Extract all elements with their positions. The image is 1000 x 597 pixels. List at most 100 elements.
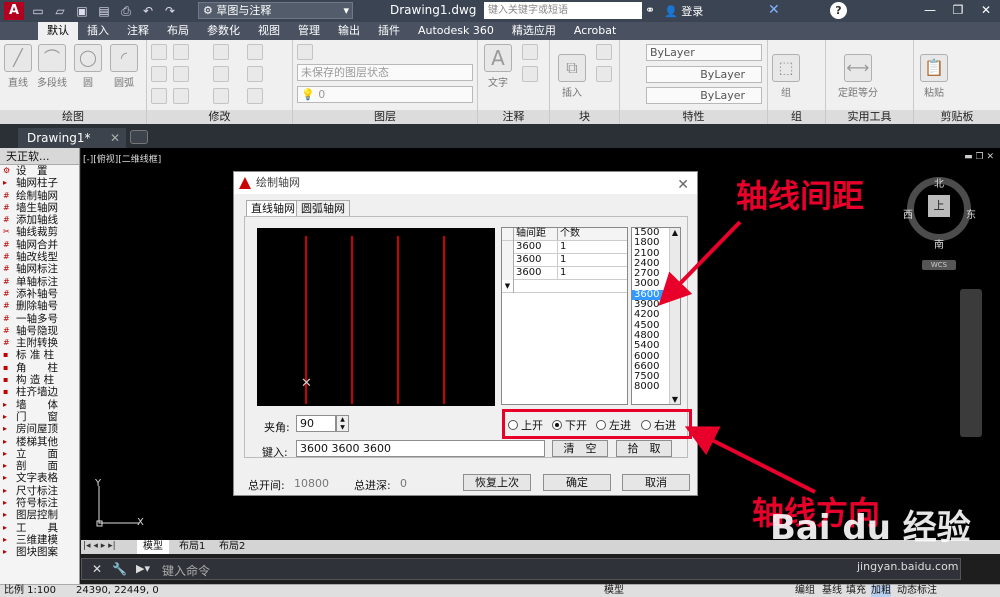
line-tool[interactable]: ╱ 直线 xyxy=(2,44,34,89)
wcs-menu[interactable]: WCS xyxy=(922,260,956,270)
move-icon[interactable] xyxy=(151,44,167,60)
scrollbar[interactable]: ▲ ▼ xyxy=(669,228,680,404)
radio-left[interactable]: 左进 xyxy=(596,417,631,433)
close-icon[interactable]: ✕ xyxy=(677,174,689,196)
layout-nav-arrows[interactable]: |◂ ◂ ▸ ▸| xyxy=(83,541,116,551)
cancel-button[interactable]: 取消 xyxy=(622,474,690,491)
ribbon-tab[interactable]: 布局 xyxy=(158,22,198,40)
fillet-icon[interactable] xyxy=(213,66,229,82)
tianzheng-menu-item[interactable]: # 一轴多号 xyxy=(0,313,79,325)
tianzheng-menu-item[interactable]: ▪ 柱齐墙边 xyxy=(0,386,79,398)
exchange-icon[interactable]: ✕ xyxy=(768,2,780,18)
radio-bottom[interactable]: 下开 xyxy=(552,417,587,433)
login-button[interactable]: 👤 登录 xyxy=(664,3,703,19)
tianzheng-menu-item[interactable]: # 轴号隐现 xyxy=(0,325,79,337)
tianzheng-menu-item[interactable]: ▸ 轴网柱子 xyxy=(0,177,79,189)
tianzheng-menu-item[interactable]: ⚙ 设 置 xyxy=(0,165,79,177)
explode-icon[interactable] xyxy=(247,66,263,82)
tianzheng-menu-item[interactable]: ✂ 轴线裁剪 xyxy=(0,226,79,238)
ribbon-tab[interactable]: 精选应用 xyxy=(503,22,565,40)
utilities-panel-title[interactable]: 实用工具 xyxy=(826,110,913,124)
ribbon-tab[interactable]: 输出 xyxy=(329,22,369,40)
tab-straight-grid[interactable]: 直线轴网 xyxy=(246,200,300,216)
group-tool[interactable]: ⬚ 组 xyxy=(770,54,802,99)
tianzheng-menu-item[interactable]: # 轴改线型 xyxy=(0,251,79,263)
tianzheng-menu-item[interactable]: # 单轴标注 xyxy=(0,276,79,288)
insert-tool[interactable]: ⧉ 插入 xyxy=(556,54,588,99)
minimize-icon[interactable]: — xyxy=(916,0,944,20)
close-icon[interactable]: ✕ xyxy=(972,0,1000,20)
new-row[interactable]: ▼ xyxy=(502,280,627,293)
arc-tool[interactable]: ◜ 圆弧 xyxy=(108,44,140,89)
tab-layout1[interactable]: 布局1 xyxy=(173,540,211,554)
tianzheng-menu-item[interactable]: ▸ 房间屋顶 xyxy=(0,423,79,435)
tianzheng-menu-item[interactable]: # 轴网合并 xyxy=(0,239,79,251)
command-prompt-icon[interactable]: ▶▾ xyxy=(136,562,150,575)
lineweight-select[interactable]: ByLayer xyxy=(646,87,762,104)
navigation-bar[interactable] xyxy=(960,289,982,437)
tab-arc-grid[interactable]: 圆弧轴网 xyxy=(296,200,350,216)
angle-input[interactable]: 90 xyxy=(296,415,336,432)
draw-panel-title[interactable]: 绘图 xyxy=(0,110,146,124)
rotate-icon[interactable] xyxy=(173,44,189,60)
viewcube-south[interactable]: 南 xyxy=(934,236,944,251)
stretch-icon[interactable] xyxy=(151,88,167,104)
cell-spacing[interactable]: 3600 xyxy=(516,254,541,266)
close-icon[interactable]: ✕ xyxy=(92,562,102,576)
tianzheng-menu-item[interactable]: ▸ 门 窗 xyxy=(0,411,79,423)
clipboard-panel-title[interactable]: 剪贴板 xyxy=(914,110,1000,124)
group-panel-title[interactable]: 组 xyxy=(768,110,825,124)
restore-button[interactable]: 恢复上次 xyxy=(463,474,531,491)
annotation-panel-title[interactable]: 注释 xyxy=(478,110,549,124)
erase-icon[interactable] xyxy=(247,44,263,60)
new-icon[interactable]: ▭ xyxy=(28,2,48,20)
wrench-icon[interactable]: 🔧 xyxy=(112,562,127,576)
new-tab-button[interactable] xyxy=(130,130,148,144)
save-icon[interactable]: ▣ xyxy=(72,2,92,20)
layer-select[interactable]: 💡 0 xyxy=(297,86,473,103)
status-toggle-baseline[interactable]: 基线 xyxy=(822,585,842,597)
tianzheng-menu-item[interactable]: # 添加轴线 xyxy=(0,214,79,226)
workspace-select[interactable]: ⚙ 草图与注释 ▾ xyxy=(198,2,353,19)
command-input[interactable]: 键入命令 xyxy=(162,562,210,579)
redo-icon[interactable]: ↷ xyxy=(160,2,180,20)
cell-spacing[interactable]: 3600 xyxy=(516,267,541,279)
cell-count[interactable]: 1 xyxy=(557,254,566,266)
text-tool[interactable]: A 文字 xyxy=(482,44,514,89)
offset-icon[interactable] xyxy=(247,88,263,104)
spacing-table[interactable]: 轴间距 个数 3600 1 3600 1 3600 1 ▼ xyxy=(501,227,628,405)
radio-right[interactable]: 右进 xyxy=(641,417,676,433)
spacing-list[interactable]: 1500 1800 2100 2400 2700 3000 3600 3900 4200 4500… xyxy=(631,227,681,405)
ribbon-tab[interactable]: 参数化 xyxy=(198,22,249,40)
cell-count[interactable]: 1 xyxy=(557,241,566,253)
open-icon[interactable]: ▱ xyxy=(50,2,70,20)
spacing-input[interactable]: 3600 3600 3600 xyxy=(296,440,545,457)
status-toggle-dynamic-dim[interactable]: 动态标注 xyxy=(897,585,937,597)
maximize-icon[interactable]: ❐ xyxy=(944,0,972,20)
tianzheng-menu-item[interactable]: ▸ 文字表格 xyxy=(0,472,79,484)
viewcube-west[interactable]: 西 xyxy=(903,206,913,221)
paste-tool[interactable]: 📋 粘贴 xyxy=(918,54,950,99)
viewport-controls[interactable]: ▬ ❐ ✕ xyxy=(964,152,994,162)
tianzheng-menu-item[interactable]: ▸ 三维建模 xyxy=(0,534,79,546)
tianzheng-menu-item[interactable]: ▸ 立 面 xyxy=(0,448,79,460)
copy-icon[interactable] xyxy=(151,66,167,82)
ribbon-tab[interactable]: 管理 xyxy=(289,22,329,40)
tianzheng-menu-item[interactable]: # 删除轴号 xyxy=(0,300,79,312)
tab-drawing1[interactable]: Drawing1* ✕ xyxy=(18,128,126,148)
clear-button[interactable]: 清 空 xyxy=(552,440,608,457)
pick-button[interactable]: 拾 取 xyxy=(616,440,672,457)
tianzheng-menu-item[interactable]: ▪ 角 柱 xyxy=(0,362,79,374)
ribbon-tab[interactable]: 注释 xyxy=(118,22,158,40)
angle-spinner[interactable]: ▲ ▼ xyxy=(336,415,349,432)
edit-block-icon[interactable] xyxy=(596,66,612,82)
tianzheng-menu-item[interactable]: ▪ 标 准 柱 xyxy=(0,349,79,361)
properties-panel-title[interactable]: 特性 xyxy=(620,110,767,124)
scroll-down-icon[interactable]: ▼ xyxy=(670,395,680,404)
layer-state-select[interactable]: 未保存的图层状态 xyxy=(297,64,473,81)
tianzheng-menu-item[interactable]: ▸ 楼梯其他 xyxy=(0,436,79,448)
ok-button[interactable]: 确定 xyxy=(543,474,611,491)
viewport-label[interactable]: [-][俯视][二维线框] xyxy=(83,152,161,165)
tianzheng-menu-item[interactable]: # 绘制轴网 xyxy=(0,190,79,202)
ribbon-tab[interactable]: Autodesk 360 xyxy=(409,22,503,40)
